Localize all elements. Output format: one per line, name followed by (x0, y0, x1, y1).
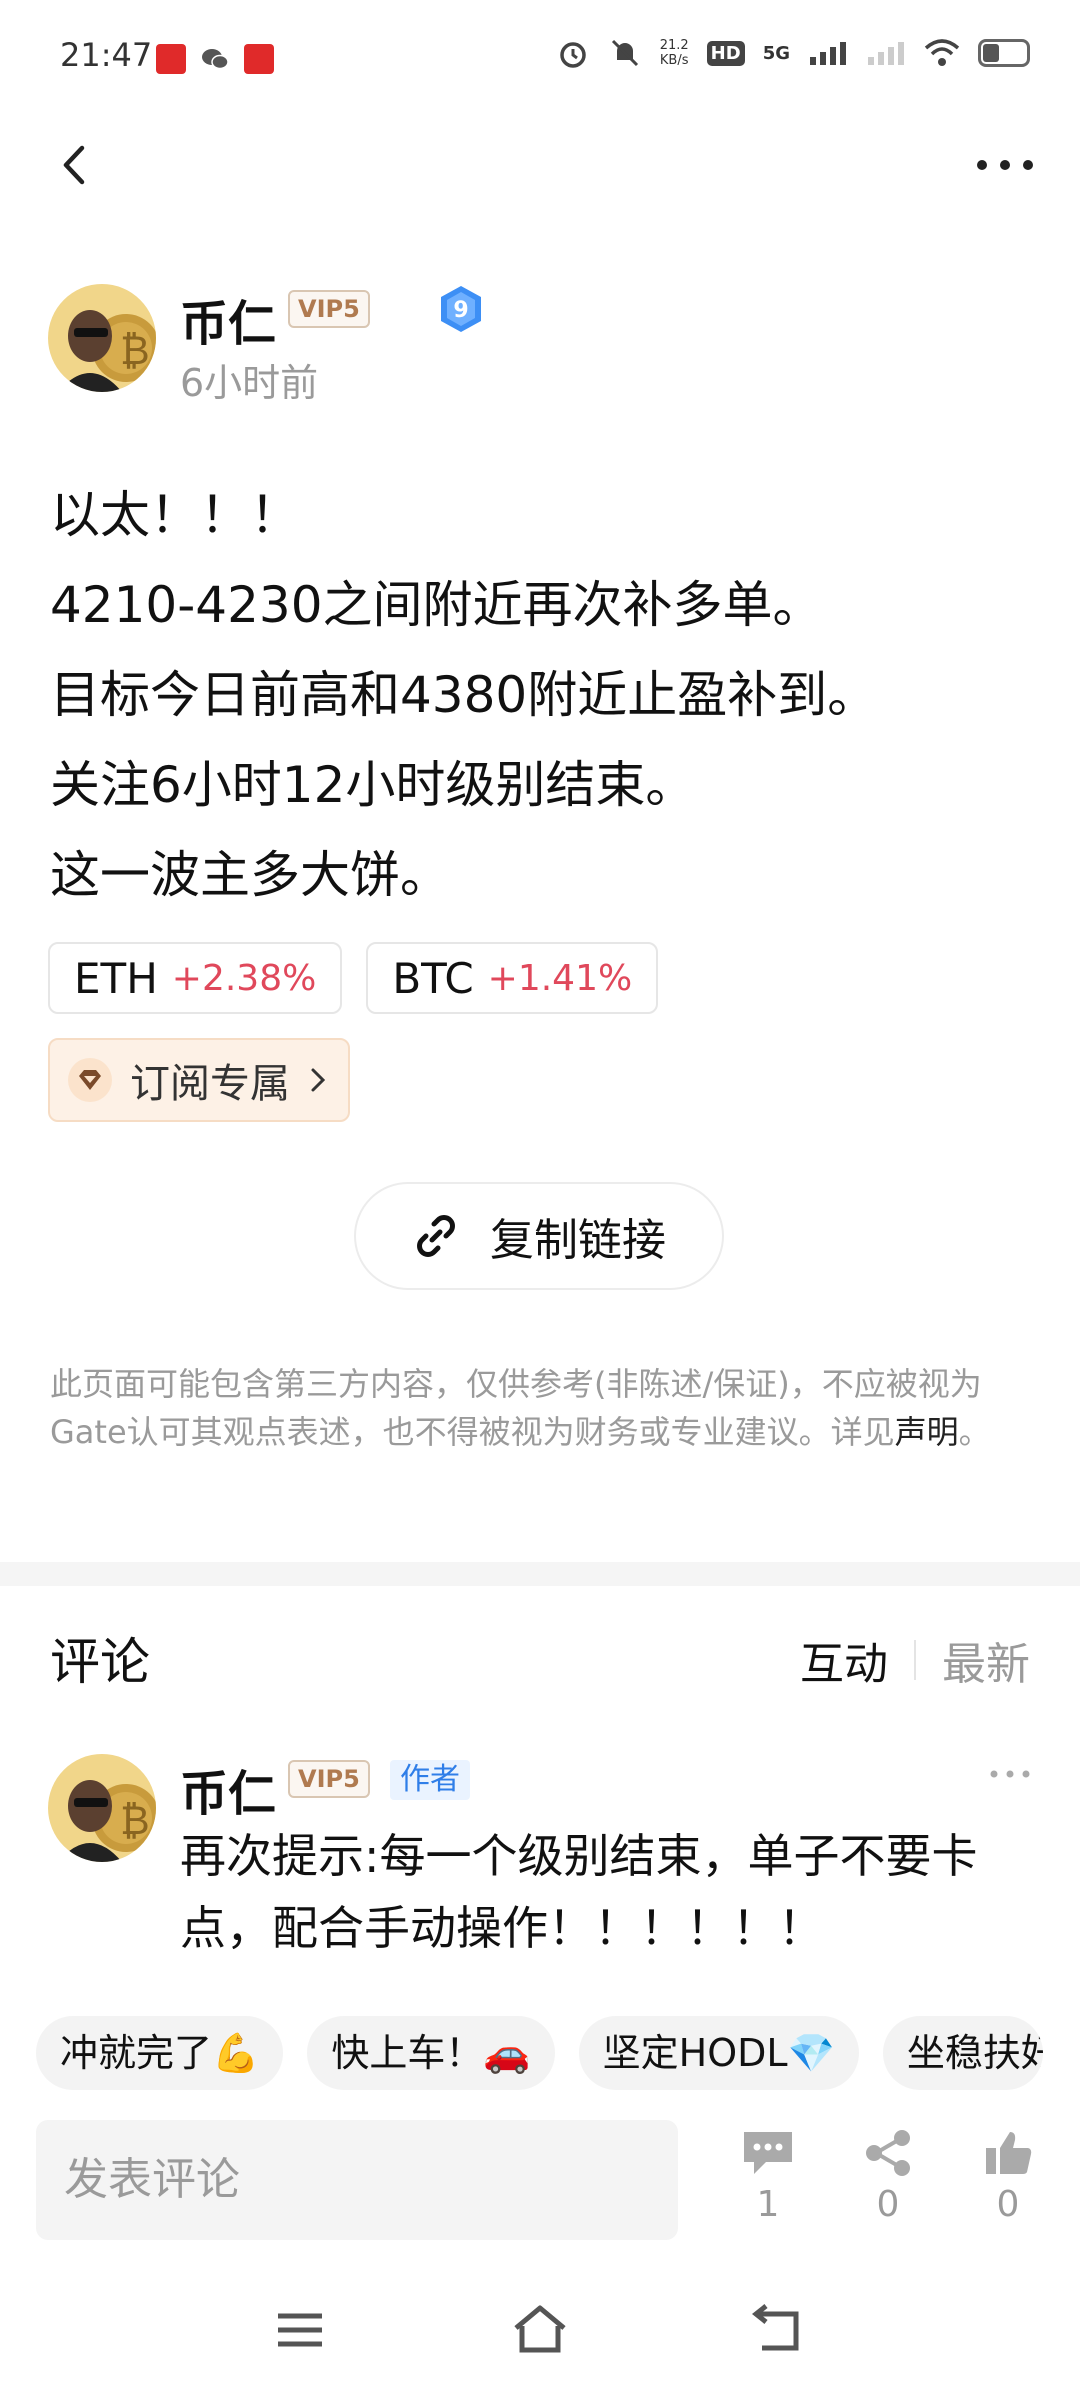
commenter-avatar[interactable]: ₿ (48, 1754, 156, 1862)
svg-text:₿: ₿ (120, 328, 150, 374)
ticker-symbol: BTC (392, 953, 474, 1003)
like-action[interactable]: 0 (968, 2128, 1048, 2238)
comment-icon (744, 2132, 792, 2174)
battery-icon (978, 39, 1030, 67)
disclaimer-end: 。 (958, 1413, 991, 1451)
stock-app-icon (156, 44, 186, 74)
wechat-icon (202, 49, 229, 70)
ticker-symbol: ETH (74, 953, 158, 1003)
post-line: 目标今日前高和4380附近止盈补到。 (50, 666, 878, 724)
quick-reply-chip[interactable]: 快上车！🚗 (307, 2016, 555, 2090)
chevron-right-icon (311, 1068, 326, 1092)
signal-icon (810, 42, 846, 65)
tab-latest[interactable]: 最新 (942, 1628, 1030, 1692)
commenter-name[interactable]: 币仁 (180, 1754, 276, 1824)
post-line: 关注6小时12小时级别结束。 (50, 756, 696, 814)
status-time: 21:47 (60, 36, 153, 74)
comment-action[interactable]: 1 (728, 2128, 808, 2238)
share-count: 0 (876, 2184, 900, 2225)
menu-icon[interactable] (270, 2300, 330, 2360)
post-author-header: ₿ 币仁 VIP5 9 6小时前 (48, 284, 1032, 405)
back-arrow-icon[interactable] (50, 140, 100, 190)
system-nav-bar (0, 2290, 1080, 2388)
wifi-icon (924, 39, 960, 66)
quick-replies: 冲就完了💪 快上车！🚗 坚定HODL💎 坐稳扶好 (36, 2016, 1043, 2090)
copy-link-button[interactable]: 复制链接 (354, 1182, 724, 1290)
ticker-eth[interactable]: ETH +2.38% (48, 942, 343, 1014)
comment-input[interactable]: 发表评论 (36, 2120, 678, 2240)
diamond-icon (68, 1058, 112, 1102)
ticker-change: +2.38% (171, 957, 317, 999)
quick-reply-chip[interactable]: 冲就完了💪 (36, 2016, 284, 2090)
post-line: 4210-4230之间附近再次补多单。 (50, 576, 823, 634)
comments-title: 评论 (50, 1633, 150, 1691)
comment-sort-tabs: 互动 最新 (800, 1628, 1030, 1692)
network-type: 5G (762, 42, 790, 64)
thumbs-up-icon (986, 2132, 1032, 2174)
share-action[interactable]: 0 (848, 2128, 928, 2238)
comment-text: 再次提示:每一个级别结束，单子不要卡点，配合手动操作！！！！！！ (180, 1829, 978, 1955)
author-tag: 作者 (390, 1760, 470, 1800)
post-content: 以太！！！ 4210-4230之间附近再次补多单。 目标今日前高和4380附近止… (50, 470, 1030, 920)
quick-reply-chip[interactable]: 坐稳扶好 (882, 2016, 1043, 2090)
status-bar: 21:47 21.2 KB/s HD 5G (0, 0, 1080, 110)
like-count: 0 (996, 2184, 1020, 2225)
post-time: 6小时前 (180, 361, 319, 405)
post-line: 以太！！！ (50, 486, 300, 544)
disclaimer: 此页面可能包含第三方内容，仅供参考(非陈述/保证)，不应被视为Gate认可其观点… (50, 1360, 1030, 1456)
level-badge: 9 (438, 284, 484, 334)
tab-separator (914, 1640, 916, 1680)
link-icon (417, 1215, 455, 1257)
svg-text:9: 9 (453, 298, 468, 323)
svg-text:₿: ₿ (120, 1798, 150, 1844)
section-divider (0, 1562, 1080, 1586)
author-avatar[interactable]: ₿ (48, 284, 156, 392)
tab-interaction[interactable]: 互动 (800, 1628, 888, 1692)
alarm-icon (559, 42, 586, 68)
more-options-icon[interactable] (970, 140, 1040, 190)
comment-item: ₿ 币仁 VIP5 作者 再次提示:每一个级别结束，单子不要卡点，配合手动操作！… (48, 1754, 1032, 1974)
subscribe-exclusive-button[interactable]: 订阅专属 (48, 1038, 350, 1122)
author-name[interactable]: 币仁 (180, 284, 276, 354)
subscribe-label: 订阅专属 (130, 1061, 290, 1107)
share-icon (866, 2130, 910, 2176)
app-notification-icon (244, 44, 274, 74)
home-icon[interactable] (510, 2300, 570, 2360)
signal-2-icon (868, 42, 904, 65)
disclaimer-text: 此页面可能包含第三方内容，仅供参考(非陈述/保证)，不应被视为Gate认可其观点… (50, 1365, 982, 1451)
nav-bar (0, 120, 1080, 210)
ticker-btc[interactable]: BTC +1.41% (366, 942, 659, 1014)
disclaimer-link[interactable]: 声明 (895, 1413, 959, 1451)
comment-more-icon[interactable] (988, 1764, 1032, 1784)
vip-badge: VIP5 (288, 1760, 370, 1798)
network-speed: 21.2 KB/s (659, 38, 689, 68)
post-line: 这一波主多大饼。 (50, 846, 450, 904)
comment-count: 1 (756, 2184, 780, 2225)
back-nav-icon[interactable] (750, 2300, 810, 2360)
ticker-tags: ETH +2.38% BTC +1.41% (48, 942, 659, 1014)
vip-badge: VIP5 (288, 290, 370, 328)
quick-reply-chip[interactable]: 坚定HODL💎 (578, 2016, 859, 2090)
ticker-change: +1.41% (487, 957, 633, 999)
mute-bell-icon (611, 39, 638, 67)
hd-icon: HD (706, 40, 745, 66)
copy-link-label: 复制链接 (490, 1215, 666, 1266)
